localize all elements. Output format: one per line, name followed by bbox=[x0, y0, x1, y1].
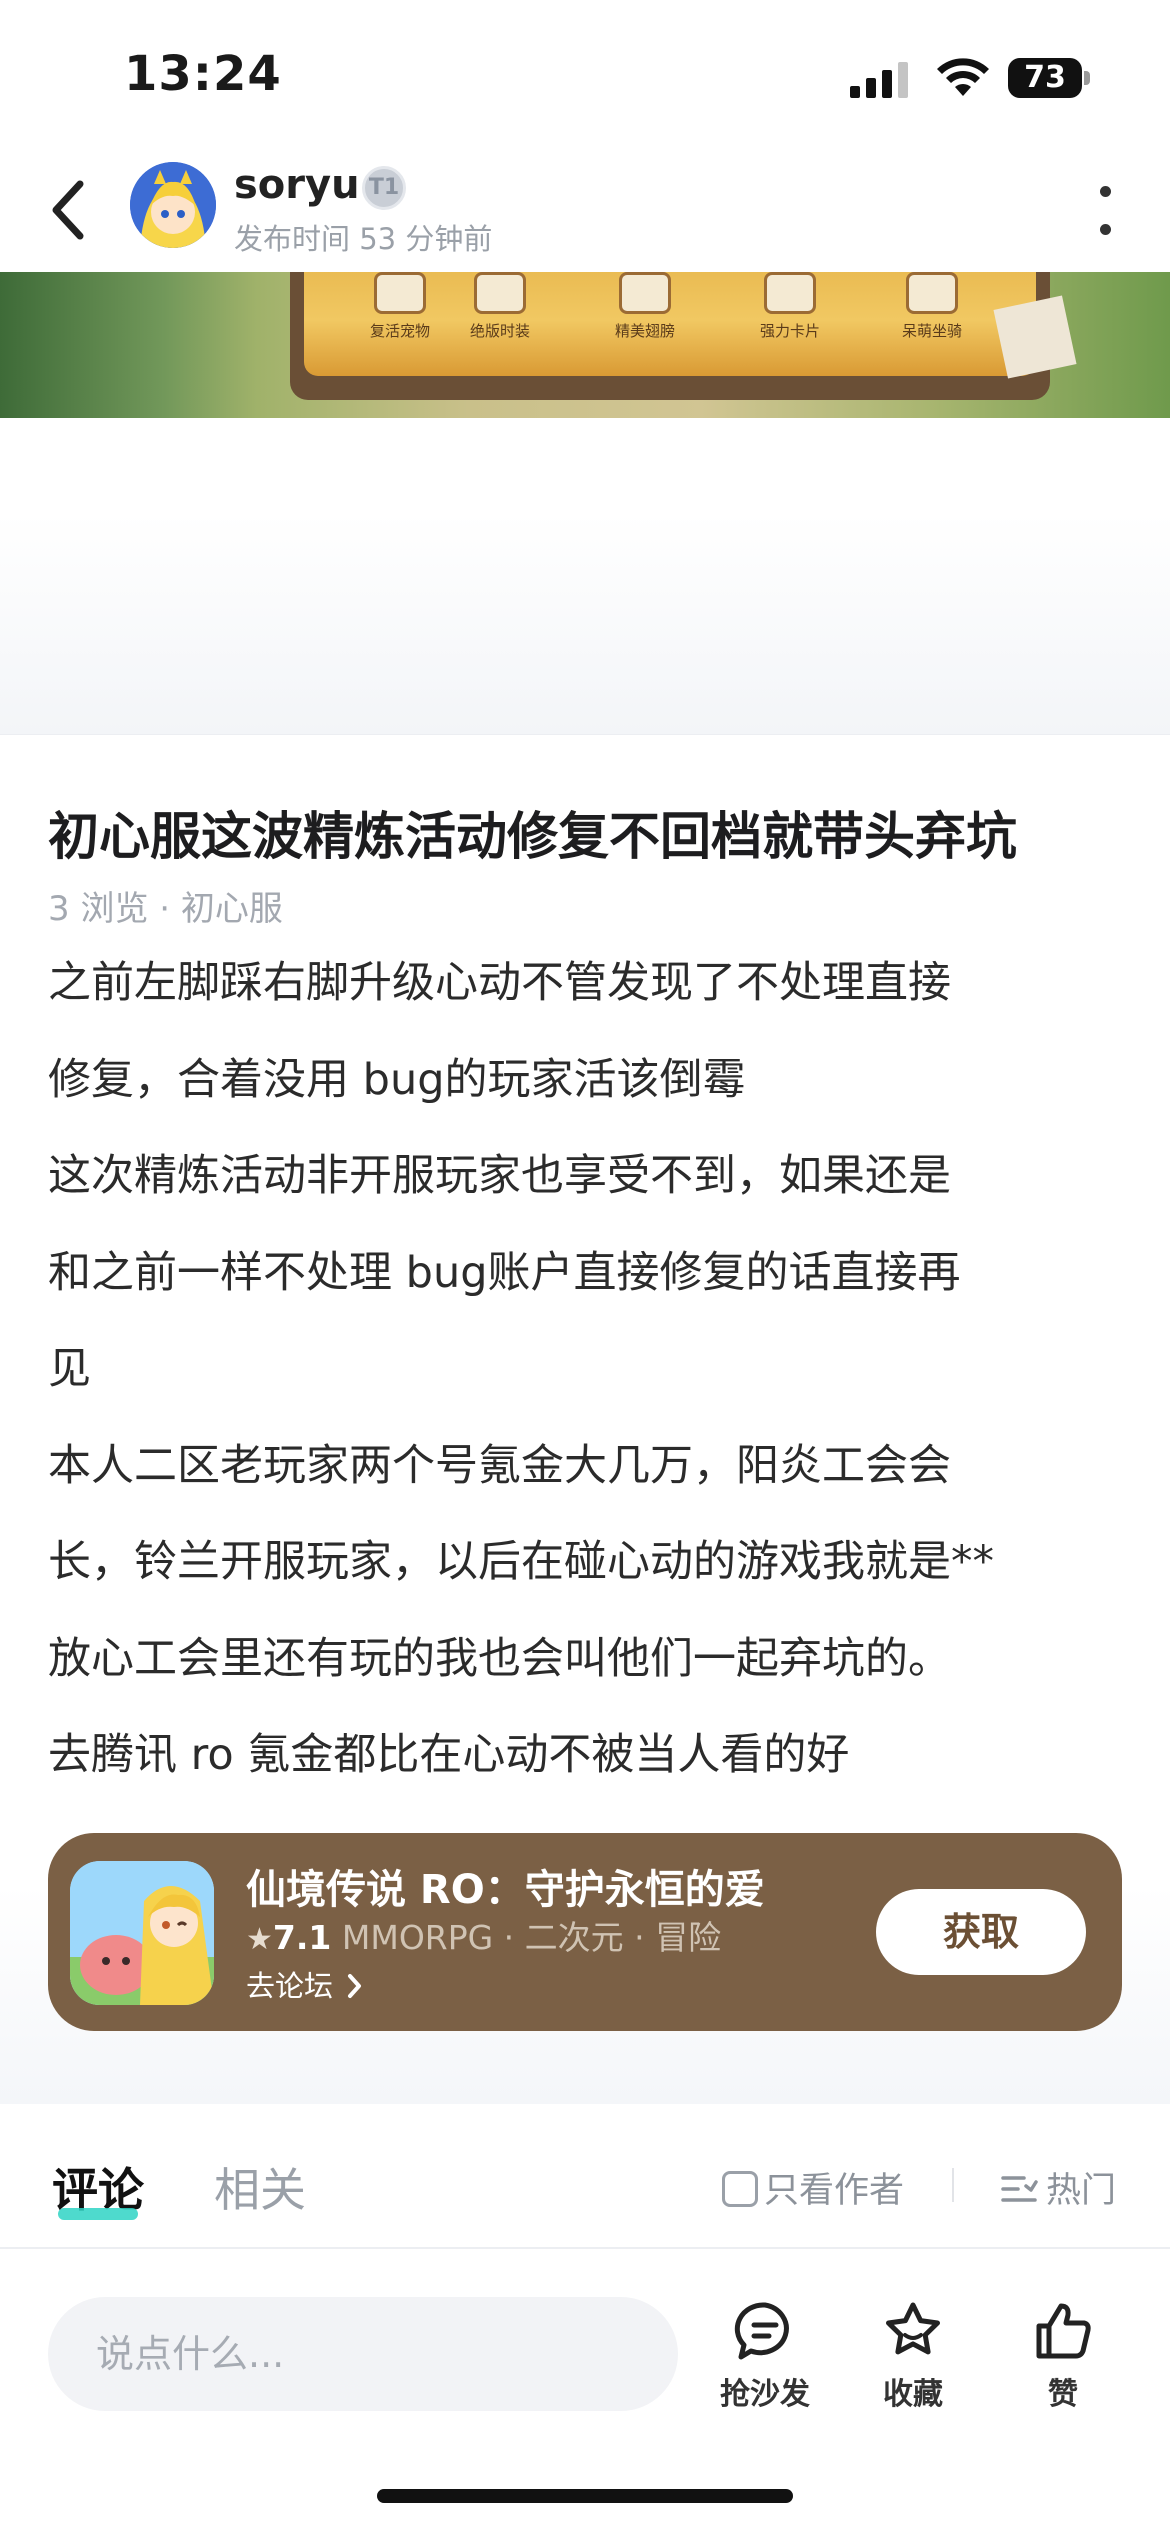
comment-button-label: 抢沙发 bbox=[720, 2377, 810, 2412]
banner-item: 强力卡片 bbox=[730, 272, 850, 360]
post-time: 发布时间 53 分钟前 bbox=[234, 222, 493, 256]
bottom-action-bar: 抢沙发 收藏 赞 bbox=[0, 2248, 1170, 2532]
body-line: 和之前一样不处理 bug账户直接修复的话直接再 bbox=[48, 1247, 961, 1298]
comment-tabs: 评论 相关 只看作者 热门 bbox=[0, 2104, 1170, 2248]
game-rating: 7.1 bbox=[272, 1918, 332, 1957]
post-header: soryu T1 发布时间 53 分钟前 bbox=[0, 150, 1170, 272]
battery-level: 73 bbox=[1024, 60, 1066, 95]
body-line: 这次精炼活动非开服玩家也享受不到，如果还是 bbox=[48, 1151, 951, 1201]
tab-related[interactable]: 相关 bbox=[214, 2154, 306, 2220]
game-rating-row: ★7.1 MMORPG · 二次元 · 冒险 bbox=[246, 1911, 721, 1959]
go-to-forum-link[interactable]: 去论坛 bbox=[246, 1963, 364, 2005]
banner-item: 呆萌坐骑 bbox=[872, 272, 992, 360]
banner-item: 精美翅膀 bbox=[585, 272, 705, 360]
star-icon bbox=[886, 2302, 940, 2355]
body-line: 去腾讯 ro 氪金都比在心动不被当人看的好 bbox=[48, 1730, 850, 1780]
game-app-icon bbox=[70, 1861, 214, 2005]
like-button[interactable]: 赞 bbox=[1008, 2299, 1118, 2429]
banner-item: 绝版时装 bbox=[440, 272, 560, 360]
game-name: 仙境传说 RO：守护永恒的爱 bbox=[246, 1867, 765, 1913]
comment-bubble-icon bbox=[734, 2302, 789, 2360]
comment-input[interactable] bbox=[48, 2297, 678, 2411]
sort-label: 热门 bbox=[1046, 2171, 1117, 2211]
body-line: 修复，合着没用 bug的玩家活该倒霉 bbox=[48, 1054, 746, 1105]
sort-hot-button[interactable]: 热门 bbox=[1000, 2162, 1116, 2213]
image-placeholder bbox=[0, 418, 1170, 734]
body-line: 本人二区老玩家两个号氪金大几万，阳炎工会会 bbox=[48, 1440, 951, 1491]
forum-link-label: 去论坛 bbox=[246, 1969, 334, 2003]
battery-icon: 73 bbox=[1008, 58, 1090, 98]
avatar[interactable] bbox=[130, 162, 216, 248]
post-content: 初心服这波精炼活动修复不回档就带头弃坑 3 浏览 · 初心服 之前左脚踩右脚升级… bbox=[0, 734, 1170, 2104]
home-indicator[interactable] bbox=[377, 2489, 793, 2503]
favorite-button[interactable]: 收藏 bbox=[858, 2299, 968, 2429]
more-options-icon[interactable] bbox=[1090, 180, 1120, 244]
post-title: 初心服这波精炼活动修复不回档就带头弃坑 bbox=[48, 808, 1018, 867]
body-line: 见 bbox=[48, 1344, 91, 1394]
game-card[interactable]: 仙境传说 RO：守护永恒的爱 ★7.1 MMORPG · 二次元 · 冒险 去论… bbox=[48, 1833, 1122, 2031]
active-tab-indicator bbox=[58, 2208, 138, 2220]
level-badge: T1 bbox=[362, 166, 406, 210]
post-meta: 3 浏览 · 初心服 bbox=[48, 889, 283, 929]
game-tags: MMORPG · 二次元 · 冒险 bbox=[341, 1918, 722, 1957]
body-line: 长，铃兰开服玩家，以后在碰心动的游戏我就是** bbox=[48, 1537, 994, 1587]
author-name[interactable]: soryu bbox=[234, 162, 360, 208]
back-arrow-icon[interactable] bbox=[40, 172, 100, 248]
rating-star-icon: ★ bbox=[246, 1922, 273, 1957]
comment-button[interactable]: 抢沙发 bbox=[710, 2299, 820, 2429]
only-author-label: 只看作者 bbox=[764, 2171, 905, 2211]
chevron-right-icon bbox=[348, 1974, 362, 1998]
body-line: 放心工会里还有玩的我也会叫他们一起弃坑的。 bbox=[48, 1633, 951, 1684]
cellular-signal-icon bbox=[850, 62, 908, 98]
body-line: 之前左脚踩右脚升级心动不管发现了不处理直接 bbox=[48, 958, 951, 1008]
sort-icon bbox=[1001, 2176, 1038, 2202]
status-bar: 13:24 73 bbox=[0, 0, 1170, 150]
get-game-button[interactable]: 获取 bbox=[876, 1889, 1086, 1975]
like-button-label: 赞 bbox=[1048, 2377, 1078, 2412]
thumbs-up-icon bbox=[1036, 2303, 1091, 2359]
only-author-toggle[interactable]: 只看作者 bbox=[722, 2162, 904, 2213]
wifi-icon bbox=[937, 58, 989, 96]
checkbox-icon[interactable] bbox=[722, 2171, 758, 2207]
status-time: 13:24 bbox=[124, 46, 282, 102]
post-body: 之前左脚踩右脚升级心动不管发现了不处理直接 修复，合着没用 bug的玩家活该倒霉… bbox=[48, 953, 1138, 1822]
divider bbox=[952, 2168, 954, 2202]
favorite-button-label: 收藏 bbox=[883, 2377, 943, 2412]
post-image-banner[interactable]: 复活宠物 绝版时装 精美翅膀 强力卡片 呆萌坐骑 bbox=[0, 272, 1170, 418]
